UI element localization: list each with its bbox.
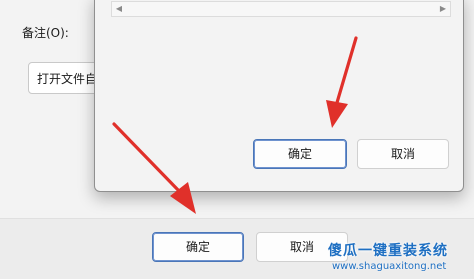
watermark-url: www.shaguaxitong.net: [332, 261, 447, 272]
horizontal-scrollbar[interactable]: ◀ ▶: [111, 1, 451, 17]
dialog-cancel-button[interactable]: 取消: [357, 139, 449, 169]
foreground-dialog: ◀ ▶ 确定 取消: [94, 0, 464, 192]
dialog-ok-button[interactable]: 确定: [253, 139, 347, 169]
scroll-right-icon[interactable]: ▶: [438, 4, 448, 14]
dialog-content-area: [111, 17, 451, 117]
scroll-left-icon[interactable]: ◀: [114, 4, 124, 14]
watermark: 傻瓜一键重装系统 www.shaguaxitong.net: [318, 236, 474, 279]
ok-button[interactable]: 确定: [152, 232, 244, 262]
watermark-title: 傻瓜一键重装系统: [328, 243, 448, 259]
remark-label: 备注(O):: [22, 26, 69, 40]
